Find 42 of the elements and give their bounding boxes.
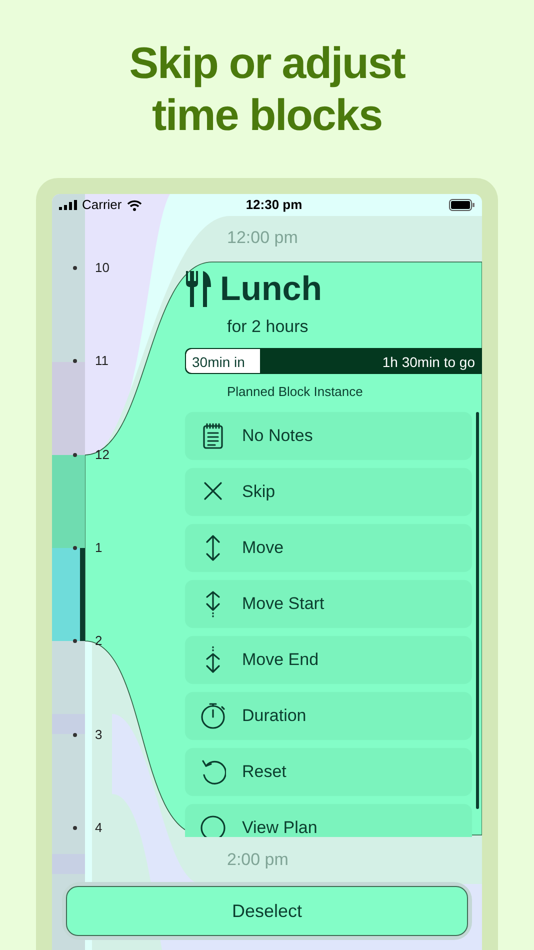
hour-tick	[73, 359, 77, 364]
notepad-icon	[200, 422, 226, 450]
hour-label: 1	[95, 540, 102, 555]
action-button[interactable]: Skip	[185, 468, 472, 516]
hour-tick	[73, 452, 77, 457]
carrier-name: Carrier	[82, 196, 122, 214]
headline: Skip or adjust time blocks	[128, 38, 406, 142]
status-time: 12:30 pm	[244, 196, 304, 214]
block-type-label: Planned Block Instance	[227, 382, 364, 400]
hour-label: 10	[95, 261, 110, 275]
action-button[interactable]: Move Start	[185, 580, 472, 628]
action-button[interactable]: Duration	[185, 692, 472, 740]
remaining-label: 1h 30min to go	[382, 352, 475, 372]
fork-and-knife-icon	[185, 271, 211, 307]
hour-tick	[73, 639, 77, 644]
block-duration: for 2 hours	[227, 316, 310, 338]
stopwatch-icon	[200, 702, 226, 730]
battery-icon	[449, 199, 475, 211]
hour-label: 3	[95, 728, 102, 742]
time-segment	[52, 854, 85, 874]
hour-tick	[73, 732, 77, 736]
action-button[interactable]: View Plan	[185, 804, 472, 837]
time-marker: 12:00 pm	[227, 228, 298, 248]
time-segment	[52, 714, 85, 734]
action-button[interactable]: No Notes	[185, 412, 472, 460]
hour-tick	[73, 266, 77, 270]
action-button[interactable]: Move End	[185, 636, 472, 684]
counterclockwise-arrow-icon	[200, 758, 226, 786]
signal-icon	[59, 200, 77, 210]
elapsed-label: 30min in	[192, 352, 245, 372]
hour-tick	[73, 826, 77, 830]
deselect-button[interactable]: Deselect	[66, 886, 468, 936]
hour-tick	[73, 546, 77, 550]
hour-label: 12	[95, 448, 110, 462]
action-button[interactable]: Reset	[185, 748, 472, 796]
hour-label: 2	[95, 634, 102, 648]
hour-label: 11	[95, 354, 108, 368]
time-marker: 2:00 pm	[227, 850, 288, 870]
hour-label: 4	[95, 820, 102, 835]
block-title: Lunch	[220, 268, 322, 310]
wifi-icon	[126, 200, 142, 210]
action-button[interactable]: Move	[185, 524, 472, 572]
